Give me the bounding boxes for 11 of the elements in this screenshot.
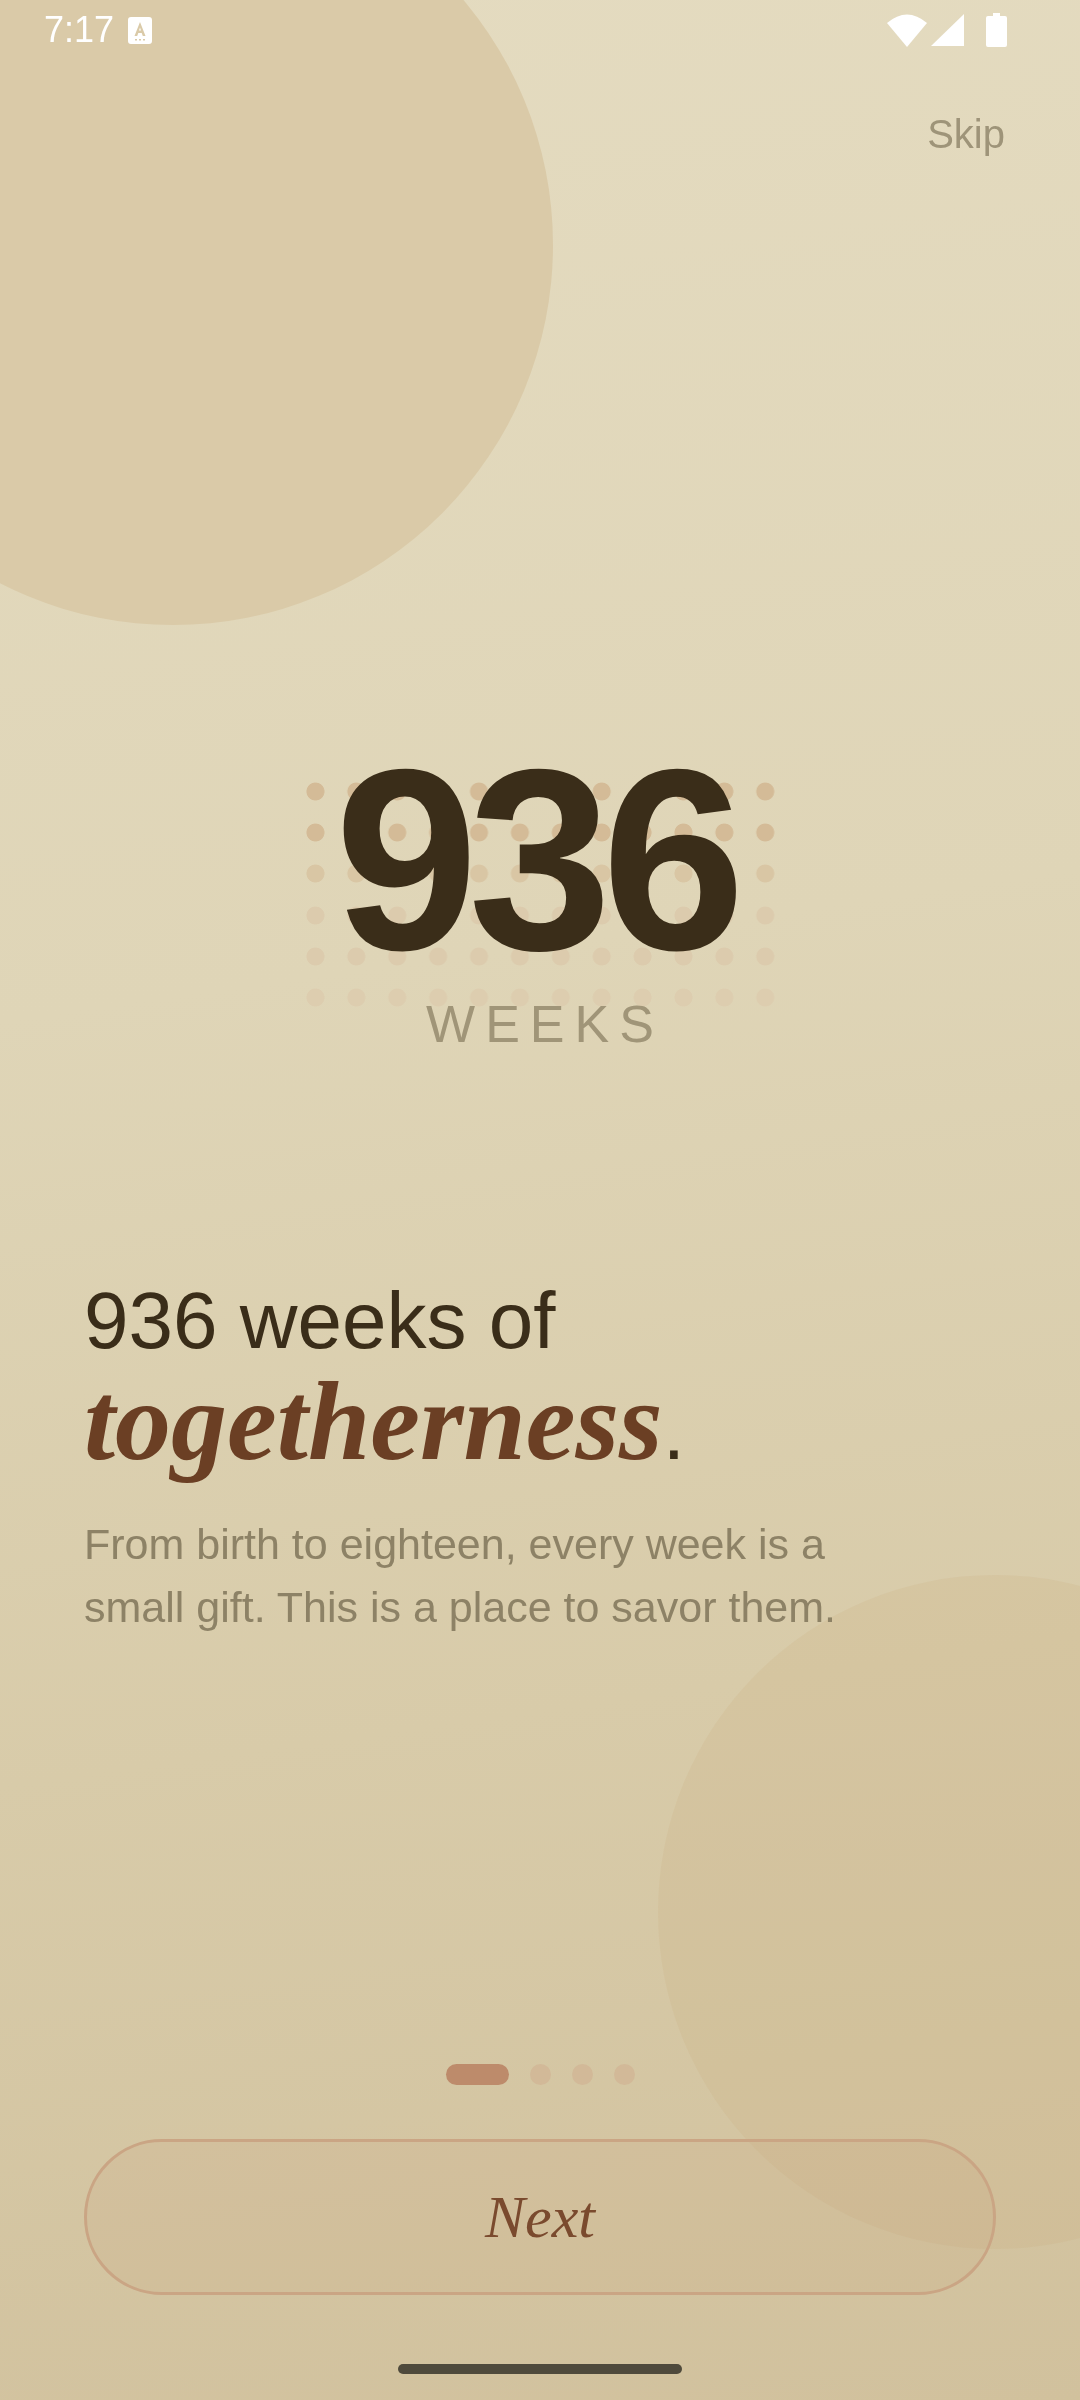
next-button[interactable]: Next	[84, 2139, 996, 2295]
intro-text: From birth to eighteen, every week is a small gift. This is a place to savor them.	[84, 1519, 837, 1633]
wifi-icon	[887, 13, 927, 47]
battery-icon	[986, 13, 1007, 47]
signal-icon	[931, 14, 964, 46]
home-indicator[interactable]	[398, 2364, 682, 2374]
skip-button[interactable]: Skip	[911, 100, 1021, 168]
week-count: 936	[334, 731, 737, 989]
headline: 936 weeks of togetherness.	[84, 1275, 686, 1482]
unit-label: WEEKS	[425, 994, 664, 1054]
status-time: 7:17	[44, 10, 115, 50]
